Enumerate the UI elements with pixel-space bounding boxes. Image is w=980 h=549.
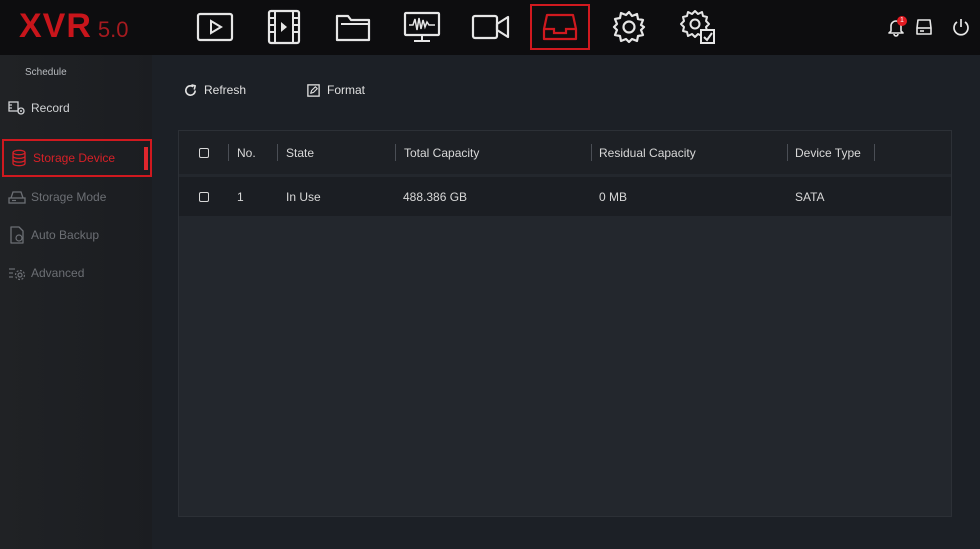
- sidebar-item-advanced[interactable]: Advanced: [2, 254, 152, 292]
- notifications-button[interactable]: 1: [883, 14, 909, 40]
- gear-icon: [612, 10, 646, 44]
- column-divider: [277, 144, 278, 161]
- storage-device-table: No. State Total Capacity Residual Capaci…: [178, 130, 952, 517]
- playback-icon: [196, 12, 234, 42]
- refresh-label: Refresh: [204, 83, 247, 97]
- cell-state: In Use: [286, 189, 321, 204]
- nav-camera[interactable]: [461, 4, 521, 50]
- column-header-device-type[interactable]: Device Type: [795, 131, 861, 174]
- column-header-total-capacity[interactable]: Total Capacity: [404, 131, 479, 174]
- column-divider: [874, 144, 875, 161]
- sidebar-item-label: Record: [31, 101, 70, 115]
- cell-total-capacity: 488.386 GB: [403, 189, 468, 204]
- sidebar-item-label: Storage Device: [33, 151, 116, 165]
- hdd-icon: [7, 187, 27, 207]
- nav-system-info[interactable]: [392, 4, 452, 50]
- sidebar-item-label: Advanced: [31, 266, 85, 280]
- sidebar-item-label: Storage Mode: [31, 190, 107, 204]
- format-label: Format: [327, 83, 366, 97]
- sidebar-item-label: Auto Backup: [31, 228, 100, 242]
- logo-version: 5.0: [97, 17, 129, 42]
- format-icon: [306, 83, 321, 98]
- logo-text: XVR: [19, 7, 92, 45]
- column-divider: [228, 144, 229, 161]
- sidebar: Schedule Record Storage Device Storage M…: [0, 55, 152, 549]
- refresh-icon: [183, 83, 198, 98]
- checkbox-box: [199, 147, 209, 158]
- notification-badge: 1: [897, 16, 907, 26]
- advanced-gear-icon: [7, 263, 27, 283]
- storage-tray-icon: [542, 13, 578, 41]
- nav-settings[interactable]: [599, 4, 659, 50]
- cell-residual-capacity: 0 MB: [599, 189, 628, 204]
- database-icon: [9, 148, 29, 168]
- table-row[interactable]: 1 In Use 488.386 GB 0 MB SATA: [179, 177, 951, 216]
- nav-video-clip[interactable]: [254, 4, 314, 50]
- row-checkbox[interactable]: [199, 177, 209, 216]
- power-icon: [953, 19, 969, 36]
- top-bar: XVR 5.0 1: [0, 0, 980, 55]
- cell-no: 1: [237, 189, 244, 204]
- sidebar-item-storage-device[interactable]: Storage Device: [2, 139, 152, 177]
- column-header-no[interactable]: No.: [237, 131, 256, 174]
- advanced-settings-icon: [680, 10, 715, 44]
- camera-icon: [471, 14, 510, 40]
- backup-file-icon: [7, 225, 27, 245]
- video-clip-icon: [267, 9, 301, 45]
- select-all-checkbox[interactable]: [199, 131, 209, 174]
- nav-playback[interactable]: [185, 4, 245, 50]
- app-logo: XVR 5.0: [19, 7, 129, 47]
- sidebar-item-storage-mode[interactable]: Storage Mode: [2, 178, 152, 216]
- nav-files[interactable]: [323, 4, 383, 50]
- sidebar-heading: Schedule: [25, 67, 67, 78]
- folder-icon: [335, 14, 371, 42]
- refresh-button[interactable]: Refresh: [183, 80, 246, 100]
- monitor-waveform-icon: [403, 11, 441, 42]
- column-header-residual-capacity[interactable]: Residual Capacity: [599, 131, 696, 174]
- power-button[interactable]: [948, 14, 974, 40]
- column-divider: [395, 144, 396, 161]
- disk-icon: [916, 19, 932, 35]
- column-divider: [787, 144, 788, 161]
- column-header-state[interactable]: State: [286, 131, 314, 174]
- cell-device-type: SATA: [795, 189, 825, 204]
- column-divider: [591, 144, 592, 161]
- disk-status-button[interactable]: [911, 14, 937, 40]
- table-header: No. State Total Capacity Residual Capaci…: [179, 131, 951, 174]
- checkbox-box: [199, 191, 209, 202]
- record-schedule-icon: [7, 98, 27, 118]
- format-button[interactable]: Format: [306, 80, 365, 100]
- sidebar-item-auto-backup[interactable]: Auto Backup: [2, 216, 152, 254]
- nav-storage[interactable]: [530, 4, 590, 50]
- nav-advanced[interactable]: [668, 4, 728, 50]
- sidebar-item-record[interactable]: Record: [2, 89, 152, 127]
